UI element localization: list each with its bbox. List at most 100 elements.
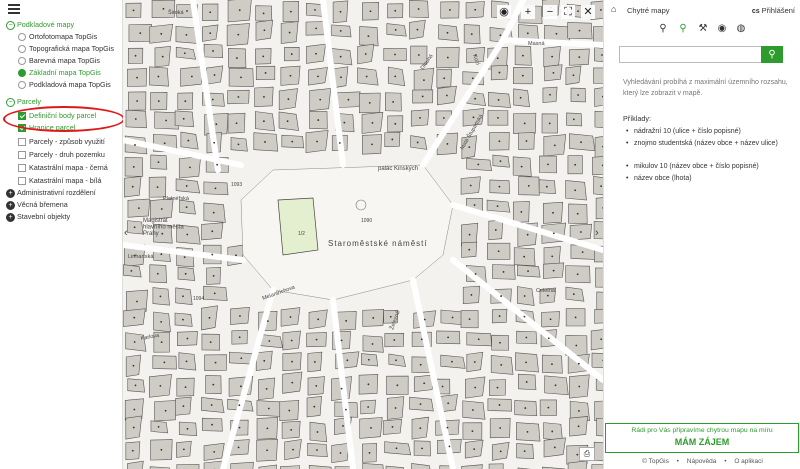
definition-point xyxy=(213,450,216,453)
locate-icon[interactable]: ◉ xyxy=(497,5,511,19)
layer-kat-bila[interactable]: Katastrální mapa - bílá xyxy=(18,175,101,186)
fullscreen-icon[interactable]: ⛶ xyxy=(561,5,575,19)
definition-point xyxy=(394,122,397,125)
definition-point xyxy=(391,426,394,428)
definition-point xyxy=(500,364,503,366)
building-parcel xyxy=(176,464,200,469)
definition-point xyxy=(165,119,168,122)
expand-icon: + xyxy=(6,188,15,198)
definition-point xyxy=(213,74,216,76)
definition-point xyxy=(367,406,370,408)
definition-point xyxy=(498,315,501,317)
definition-point xyxy=(547,163,549,166)
basemap-ortofoto[interactable]: Ortofotomapa TopGis xyxy=(18,31,97,42)
basemap-barevna[interactable]: Barevná mapa TopGis xyxy=(18,55,100,66)
zoom-out-button[interactable]: − xyxy=(543,5,557,19)
cadastral-map[interactable]: Staroměstské náměstí palác Kinských Magi… xyxy=(123,0,603,469)
definition-point xyxy=(347,98,350,101)
group-parcely[interactable]: − Parcely xyxy=(6,96,41,107)
search-button[interactable]: ⚲ xyxy=(761,46,783,63)
promo-text: Rádi pro Vás připravíme chytrou mapu na … xyxy=(631,427,773,434)
map-view[interactable]: Staroměstské náměstí palác Kinských Magi… xyxy=(123,0,603,469)
radio-selected-icon xyxy=(18,69,26,78)
definition-point xyxy=(446,426,449,429)
definition-point xyxy=(157,100,160,103)
building-parcel xyxy=(513,88,530,108)
search-icon[interactable]: ⚲ xyxy=(676,22,690,36)
definition-point xyxy=(521,74,524,77)
chevron-right-icon[interactable]: › xyxy=(595,226,603,240)
definition-point xyxy=(552,71,555,74)
definition-point xyxy=(446,143,449,145)
definition-point xyxy=(448,445,451,448)
definition-point xyxy=(266,427,269,430)
definition-point xyxy=(579,231,582,233)
definition-point xyxy=(546,294,549,297)
definition-point xyxy=(526,431,529,433)
basemap-zakladni[interactable]: Základní mapa TopGis xyxy=(18,67,101,78)
definition-point xyxy=(423,79,425,82)
definition-point xyxy=(213,141,216,144)
definition-point xyxy=(237,446,240,449)
home-icon[interactable]: ⌂ xyxy=(611,4,616,14)
close-icon[interactable]: ✕ xyxy=(581,5,595,19)
language-code[interactable]: cs xyxy=(752,8,760,15)
definition-point xyxy=(212,50,214,52)
layer-zpusob-vyuziti[interactable]: Parcely - způsob využití xyxy=(18,136,105,147)
app-title: Chytré mapy xyxy=(627,6,670,15)
footer: © TopGis • Nápověda • O aplikaci xyxy=(604,458,800,465)
footer-separator: • xyxy=(724,458,727,465)
example-item: název obce (lhota) xyxy=(626,173,794,184)
definition-point xyxy=(268,340,271,342)
definition-point xyxy=(212,383,215,386)
search-input[interactable] xyxy=(619,46,761,63)
definition-point xyxy=(469,184,472,187)
login-link[interactable]: cs Přihlášení xyxy=(752,6,795,15)
footer-help-link[interactable]: Nápověda xyxy=(687,458,717,465)
definition-point xyxy=(160,32,163,35)
definition-point xyxy=(316,140,318,143)
footer-about-link[interactable]: O aplikaci xyxy=(734,458,763,465)
definition-point xyxy=(392,101,395,103)
definition-point xyxy=(419,116,421,119)
group-vecna-bremena[interactable]: + Věcná břemena xyxy=(6,199,68,210)
chevron-left-icon[interactable]: ‹ xyxy=(124,226,132,240)
definition-point xyxy=(522,54,524,57)
definition-point xyxy=(496,205,499,208)
promo-button[interactable]: MÁM ZÁJEM xyxy=(606,437,798,447)
definition-point xyxy=(471,430,474,433)
building-parcel xyxy=(384,441,412,456)
building-parcel xyxy=(569,133,596,152)
layer-druh-pozemku[interactable]: Parcely - druh pozemku xyxy=(18,149,105,160)
definition-point xyxy=(160,341,163,344)
definition-point xyxy=(371,343,374,345)
definition-point xyxy=(289,74,292,77)
eye-icon[interactable]: ◉ xyxy=(715,22,729,36)
zoom-in-button[interactable]: + xyxy=(521,5,535,19)
definition-point xyxy=(136,300,138,303)
group-stavebni-objekty[interactable]: + Stavební objekty xyxy=(6,211,70,222)
definition-point xyxy=(577,362,580,365)
definition-point xyxy=(578,29,581,32)
layer-kat-cerna[interactable]: Katastrální mapa - černá xyxy=(18,162,108,173)
definition-point xyxy=(161,55,164,58)
definition-point xyxy=(267,407,270,410)
measure-icon[interactable]: ⚒ xyxy=(696,22,710,36)
building-parcel xyxy=(592,156,603,176)
group-podkladove-mapy[interactable]: − Podkladové mapy xyxy=(6,19,74,30)
building-parcel xyxy=(565,180,587,201)
globe-icon[interactable]: ◍ xyxy=(734,22,748,36)
definition-point xyxy=(240,357,243,360)
location-pin-icon[interactable]: ⚲ xyxy=(656,22,670,36)
basemap-topograficka[interactable]: Topografická mapa TopGis xyxy=(18,43,114,54)
definition-point xyxy=(553,446,556,449)
definition-point xyxy=(394,53,396,56)
definition-point xyxy=(421,447,423,450)
menu-icon[interactable] xyxy=(8,4,20,14)
basemap-podkladova[interactable]: Podkladová mapa TopGis xyxy=(18,79,111,90)
definition-point xyxy=(133,341,136,343)
definition-point xyxy=(525,381,528,383)
definition-point xyxy=(574,189,577,192)
print-icon[interactable]: ⎙ xyxy=(579,447,595,461)
group-administrativni[interactable]: + Administrativní rozdělení xyxy=(6,187,96,198)
